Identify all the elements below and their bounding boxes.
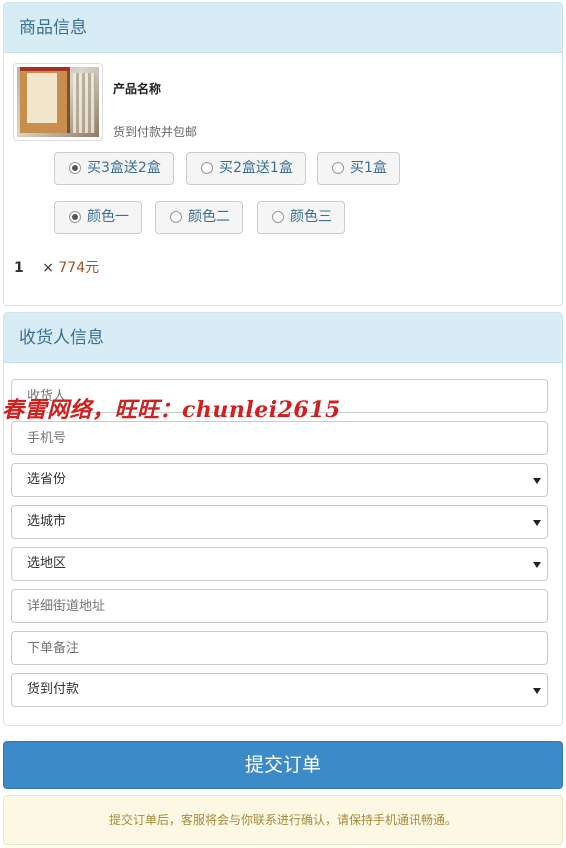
- option-label: 颜色一: [87, 209, 129, 225]
- payment-method-value: 货到付款: [27, 682, 80, 697]
- product-image: [17, 67, 99, 137]
- district-select-value: 选地区: [27, 556, 67, 571]
- quantity-value: 1: [14, 260, 24, 276]
- radio-selected-icon: [69, 162, 81, 174]
- option-label: 买1盒: [350, 160, 387, 176]
- color-option-2[interactable]: 颜色二: [155, 201, 243, 234]
- color-option-1[interactable]: 颜色一: [54, 201, 142, 234]
- payment-method-select[interactable]: 货到付款: [11, 673, 548, 707]
- dropdown-arrow-icon: [533, 478, 541, 484]
- option-label: 颜色二: [188, 209, 230, 225]
- product-thumbnail: [13, 63, 103, 141]
- dropdown-arrow-icon: [533, 562, 541, 568]
- package-option-buy2get1[interactable]: 买2盒送1盒: [186, 152, 306, 185]
- dropdown-arrow-icon: [533, 688, 541, 694]
- street-address-input[interactable]: [11, 589, 548, 623]
- receiver-name-input[interactable]: [11, 379, 548, 413]
- radio-icon: [201, 162, 213, 174]
- order-remark-input[interactable]: [11, 631, 548, 665]
- color-option-3[interactable]: 颜色三: [257, 201, 345, 234]
- package-option-buy3get2[interactable]: 买3盒送2盒: [54, 152, 174, 185]
- times-sign: ×: [42, 260, 54, 276]
- product-name: 产品名称: [113, 82, 162, 96]
- district-select[interactable]: 选地区: [11, 547, 548, 581]
- city-select[interactable]: 选城市: [11, 505, 548, 539]
- option-label: 买2盒送1盒: [219, 160, 293, 176]
- radio-selected-icon: [69, 211, 81, 223]
- phone-input[interactable]: [11, 421, 548, 455]
- radio-icon: [332, 162, 344, 174]
- price-value: 774元: [58, 260, 100, 276]
- submit-order-button[interactable]: 提交订单: [3, 741, 563, 789]
- receiver-info-title: 收货人信息: [4, 313, 562, 363]
- package-option-buy1[interactable]: 买1盒: [317, 152, 400, 185]
- product-note: 货到付款并包邮: [113, 125, 198, 139]
- option-label: 买3盒送2盒: [87, 160, 161, 176]
- quantity-price-line: 1 × 774元: [14, 257, 99, 277]
- province-select-value: 选省份: [27, 472, 67, 487]
- radio-icon: [272, 211, 284, 223]
- option-label: 颜色三: [290, 209, 332, 225]
- province-select[interactable]: 选省份: [11, 463, 548, 497]
- order-notice: 提交订单后，客服将会与你联系进行确认，请保持手机通讯畅通。: [3, 795, 563, 845]
- goods-info-title: 商品信息: [4, 3, 562, 53]
- dropdown-arrow-icon: [533, 520, 541, 526]
- city-select-value: 选城市: [27, 514, 67, 529]
- radio-icon: [170, 211, 182, 223]
